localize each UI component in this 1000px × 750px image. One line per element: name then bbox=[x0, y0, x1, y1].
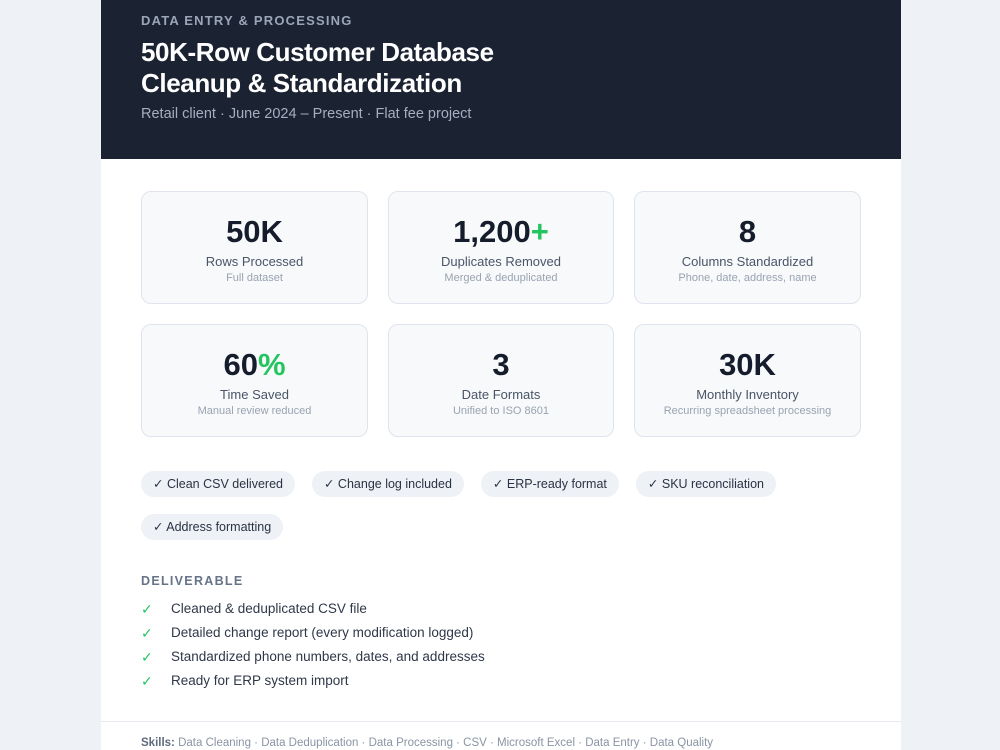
deliverable-text: Cleaned & deduplicated CSV file bbox=[171, 601, 367, 616]
stat-subtext: Recurring spreadsheet processing bbox=[663, 405, 832, 417]
stat-label: Columns Standardized bbox=[681, 254, 814, 269]
stat-value: 30K bbox=[719, 347, 776, 382]
check-icon: ✓ bbox=[141, 649, 153, 665]
stat-value: 1,200+ bbox=[453, 214, 549, 249]
list-item: ✓ Cleaned & deduplicated CSV file bbox=[141, 599, 485, 623]
stat-subtext: Full dataset bbox=[226, 272, 283, 284]
stat-subtext: Phone, date, address, name bbox=[678, 272, 817, 284]
stat-card-rows-processed: 50K Rows Processed Full dataset bbox=[141, 191, 368, 304]
tag-erp-ready: ✓ ERP-ready format bbox=[480, 471, 619, 497]
stat-subtext: Merged & deduplicated bbox=[444, 272, 558, 284]
tag-address-formatting: ✓ Address formatting bbox=[141, 514, 284, 540]
project-title-line-1: 50K-Row Customer Database bbox=[141, 37, 494, 67]
stat-label: Date Formats bbox=[461, 387, 541, 402]
skills-line: Skills: Data Cleaning · Data Deduplicati… bbox=[141, 737, 713, 749]
list-item: ✓ Ready for ERP system import bbox=[141, 671, 485, 695]
stat-card-duplicates-removed: 1,200+ Duplicates Removed Merged & dedup… bbox=[388, 191, 614, 304]
tag-clean-csv: ✓ Clean CSV delivered bbox=[141, 471, 295, 497]
project-category: DATA ENTRY & PROCESSING bbox=[141, 13, 353, 28]
stat-subtext: Unified to ISO 8601 bbox=[452, 405, 549, 417]
stat-value: 3 bbox=[492, 347, 510, 382]
stat-card-columns-standardized: 8 Columns Standardized Phone, date, addr… bbox=[634, 191, 861, 304]
stat-value: 60% bbox=[223, 347, 286, 382]
tag-change-log: ✓ Change log included bbox=[311, 471, 464, 497]
project-title-line-2: Cleanup & Standardization bbox=[141, 68, 462, 98]
stat-card-time-saved: 60% Time Saved Manual review reduced bbox=[141, 324, 368, 437]
stat-value: 8 bbox=[738, 214, 757, 249]
check-icon: ✓ bbox=[141, 625, 153, 641]
stat-value: 50K bbox=[226, 214, 283, 249]
list-item: ✓ Standardized phone numbers, dates, and… bbox=[141, 647, 485, 671]
check-icon: ✓ bbox=[141, 601, 153, 617]
stat-label: Rows Processed bbox=[205, 254, 304, 269]
stats-grid: 50K Rows Processed Full dataset 1,200+ D… bbox=[141, 191, 861, 437]
tag-sku-reconciliation: ✓ SKU reconciliation bbox=[635, 471, 776, 497]
stat-label: Duplicates Removed bbox=[441, 254, 561, 269]
stat-label: Monthly Inventory bbox=[696, 387, 799, 402]
stat-card-date-formats: 3 Date Formats Unified to ISO 8601 bbox=[388, 324, 614, 437]
list-item: ✓ Detailed change report (every modifica… bbox=[141, 623, 485, 647]
stat-card-monthly-inventory: 30K Monthly Inventory Recurring spreadsh… bbox=[634, 324, 861, 437]
deliverable-list: ✓ Cleaned & deduplicated CSV file ✓ Deta… bbox=[141, 599, 485, 695]
feature-tags: ✓ Clean CSV delivered ✓ Change log inclu… bbox=[141, 471, 861, 540]
footer-divider bbox=[101, 721, 901, 722]
stat-subtext: Manual review reduced bbox=[197, 405, 312, 417]
stat-label: Time Saved bbox=[220, 387, 289, 402]
deliverable-text: Standardized phone numbers, dates, and a… bbox=[171, 649, 485, 664]
check-icon: ✓ bbox=[141, 673, 153, 689]
portfolio-card: DATA ENTRY & PROCESSING 50K-Row Customer… bbox=[101, 0, 901, 750]
project-meta: Retail client · June 2024 – Present · Fl… bbox=[141, 106, 472, 122]
skills-list: Data Cleaning · Data Deduplication · Dat… bbox=[178, 737, 714, 749]
project-title: 50K-Row Customer Database Cleanup & Stan… bbox=[141, 37, 661, 99]
skills-label: Skills: bbox=[141, 737, 175, 749]
deliverable-heading: DELIVERABLE bbox=[141, 574, 244, 588]
deliverable-text: Ready for ERP system import bbox=[171, 673, 349, 688]
deliverable-text: Detailed change report (every modificati… bbox=[171, 625, 474, 640]
project-header: DATA ENTRY & PROCESSING 50K-Row Customer… bbox=[101, 0, 901, 159]
